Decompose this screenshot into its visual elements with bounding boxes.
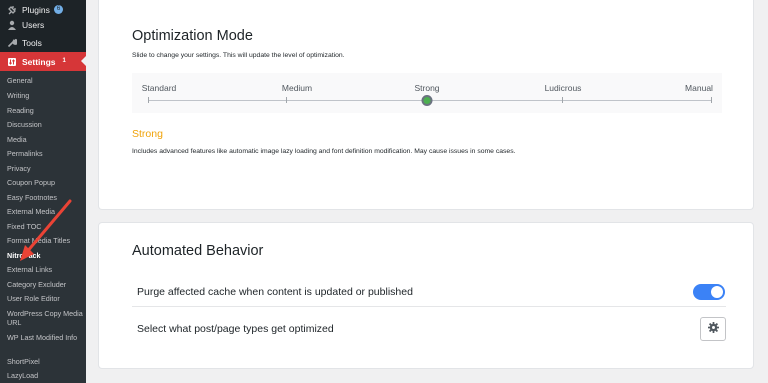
automated-behavior-panel: Automated Behavior Purge affected cache … bbox=[98, 222, 754, 369]
purge-cache-toggle[interactable] bbox=[693, 283, 725, 300]
section-description: Slide to change your settings. This will… bbox=[132, 52, 345, 59]
submenu-item-shortpixel[interactable]: ShortPixel bbox=[7, 357, 85, 366]
post-types-label: Select what post/page types get optimize… bbox=[137, 323, 334, 335]
slider-stop-standard[interactable]: Standard bbox=[142, 83, 177, 93]
gear-icon bbox=[707, 320, 719, 338]
slider-thumb[interactable] bbox=[421, 95, 433, 106]
post-types-row: Select what post/page types get optimize… bbox=[132, 313, 726, 345]
submenu-item-fixed-toc[interactable]: Fixed TOC bbox=[7, 222, 85, 231]
submenu-item-writing[interactable]: Writing bbox=[7, 91, 85, 100]
slider-tick bbox=[562, 97, 563, 103]
sidebar-item-label: Plugins bbox=[22, 4, 50, 15]
selected-mode-name: Strong bbox=[132, 128, 163, 140]
sidebar-item-label: Tools bbox=[22, 37, 42, 48]
optimization-slider[interactable]: Standard Medium Strong Ludicrous Manual bbox=[132, 73, 722, 113]
slider-stop-ludicrous[interactable]: Ludicrous bbox=[545, 83, 582, 93]
settings-icon bbox=[7, 57, 17, 67]
submenu-item-lazyload[interactable]: LazyLoad bbox=[7, 371, 85, 380]
submenu-item-wp-last-modified-info[interactable]: WP Last Modified Info bbox=[7, 333, 85, 342]
submenu-item-easy-footnotes[interactable]: Easy Footnotes bbox=[7, 193, 85, 202]
submenu-item-privacy[interactable]: Privacy bbox=[7, 164, 85, 173]
section-title: Optimization Mode bbox=[132, 28, 253, 44]
submenu-item-nitropack[interactable]: NitroPack bbox=[7, 251, 85, 260]
notification-badge: 1 bbox=[59, 57, 69, 66]
slider-stop-manual[interactable]: Manual bbox=[685, 83, 713, 93]
plugin-icon bbox=[7, 5, 17, 15]
slider-tick bbox=[148, 97, 149, 103]
submenu-item-reading[interactable]: Reading bbox=[7, 106, 85, 115]
submenu-item-discussion[interactable]: Discussion bbox=[7, 120, 85, 129]
submenu-item-user-role-editor[interactable]: User Role Editor bbox=[7, 294, 85, 303]
post-types-settings-button[interactable] bbox=[700, 317, 726, 341]
submenu-item-coupon-popup[interactable]: Coupon Popup bbox=[7, 178, 85, 187]
users-icon bbox=[7, 20, 17, 30]
sidebar-item-label: Users bbox=[22, 19, 45, 30]
wrench-icon bbox=[7, 38, 17, 48]
slider-stop-medium[interactable]: Medium bbox=[282, 83, 312, 93]
submenu-item-external-media[interactable]: External Media bbox=[7, 207, 85, 216]
submenu-item-general[interactable]: General bbox=[7, 76, 85, 85]
purge-cache-row: Purge affected cache when content is upd… bbox=[132, 277, 726, 307]
section-title: Automated Behavior bbox=[132, 243, 264, 259]
selected-mode-description: Includes advanced features like automati… bbox=[132, 148, 516, 155]
sidebar-item-label: Settings bbox=[22, 56, 56, 67]
slider-stop-strong[interactable]: Strong bbox=[414, 83, 439, 93]
sidebar-item-settings[interactable]: Settings 1 bbox=[0, 52, 86, 71]
optimization-mode-panel: Optimization Mode Slide to change your s… bbox=[98, 0, 754, 210]
submenu-item-media[interactable]: Media bbox=[7, 135, 85, 144]
submenu-item-external-links[interactable]: External Links bbox=[7, 265, 85, 274]
sidebar-item-tools[interactable]: Tools bbox=[0, 33, 86, 52]
slider-tick bbox=[286, 97, 287, 103]
slider-tick bbox=[711, 97, 712, 103]
admin-sidebar: Plugins 6 Users Tools Settings 1 General… bbox=[0, 0, 86, 383]
submenu-item-wordpress-copy-media-url[interactable]: WordPress Copy Media URL bbox=[7, 309, 85, 327]
submenu-item-category-excluder[interactable]: Category Excluder bbox=[7, 280, 85, 289]
update-count-badge: 6 bbox=[53, 5, 64, 14]
submenu-item-permalinks[interactable]: Permalinks bbox=[7, 149, 85, 158]
purge-cache-label: Purge affected cache when content is upd… bbox=[137, 285, 413, 298]
sidebar-item-users[interactable]: Users bbox=[0, 15, 86, 34]
toggle-knob bbox=[711, 285, 723, 298]
submenu-item-format-media-titles[interactable]: Format Media Titles bbox=[7, 236, 85, 245]
active-indicator bbox=[81, 56, 86, 66]
